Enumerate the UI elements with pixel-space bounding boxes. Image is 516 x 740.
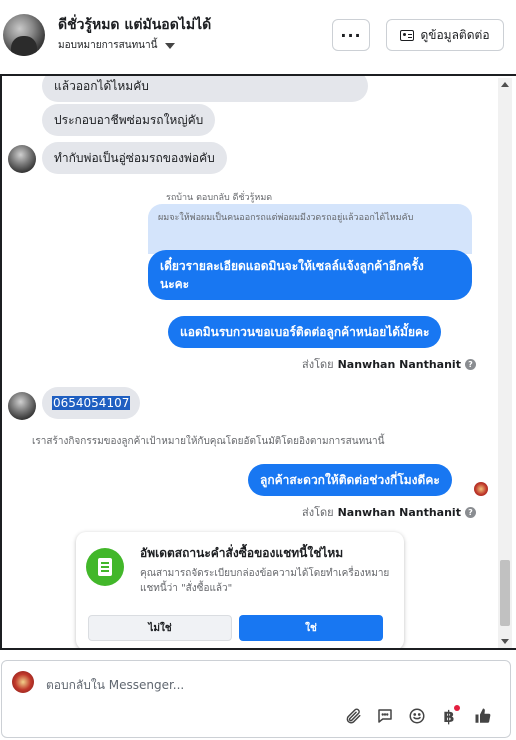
attach-icon[interactable] xyxy=(342,705,364,727)
assign-label: มอบหมายการสนทนานี้ xyxy=(58,40,158,51)
scroll-down-arrow[interactable] xyxy=(501,639,509,644)
incoming-message[interactable]: ประกอบอาชีพซ่อมรถใหญ่คับ xyxy=(42,104,216,136)
sent-by-prefix: ส่งโดย xyxy=(302,358,334,371)
view-contact-info-button[interactable]: ดูข้อมูลติดต่อ xyxy=(386,19,504,51)
contact-avatar[interactable] xyxy=(3,14,45,56)
outgoing-message-line: นะคะ xyxy=(160,277,190,291)
contact-name[interactable]: ดีชั่วรู้หมด แต่มันอดไม่ได้ xyxy=(58,14,211,36)
order-status-card: อัพเดตสถานะคำสั่งซื้อของแชทนี้ใช่ไหม คุณ… xyxy=(76,532,404,648)
help-icon[interactable]: ? xyxy=(464,506,476,518)
read-receipt-avatar xyxy=(474,482,488,496)
reply-input[interactable] xyxy=(46,675,346,695)
emoji-icon[interactable] xyxy=(406,705,428,727)
scroll-thumb[interactable] xyxy=(500,560,510,626)
incoming-message[interactable]: ทำกับพ่อเป็นอู่ซ่อมรถของพ่อคับ xyxy=(42,142,227,174)
sent-by-name: Nanwhan Nanthanit xyxy=(337,357,461,371)
system-notice: เราสร้างกิจกรรมของลูกค้าเป้าหมายให้กับคุ… xyxy=(32,436,385,447)
contact-avatar-small xyxy=(8,145,36,173)
more-options-button[interactable]: ··· xyxy=(332,19,370,51)
page-avatar xyxy=(12,671,34,693)
divider xyxy=(0,648,516,650)
outgoing-message[interactable]: แอดมินรบกวนขอเบอร์ติดต่อลูกค้าหน่อยได้มั… xyxy=(168,316,442,348)
sent-by-name: Nanwhan Nanthanit xyxy=(337,505,461,519)
order-status-yes-button[interactable]: ใช่ xyxy=(239,615,383,641)
chevron-down-icon xyxy=(165,42,176,49)
reply-context-label: รถบ้าน ตอบกลับ ดีชั่วรู้หมด xyxy=(166,193,273,203)
scroll-up-arrow[interactable] xyxy=(501,82,509,87)
conversation-header: ดีชั่วรู้หมด แต่มันอดไม่ได้ มอบหมายการสน… xyxy=(0,0,516,76)
currency-symbol: ฿ xyxy=(443,706,455,726)
contact-avatar-small xyxy=(8,392,36,420)
notification-dot xyxy=(454,705,460,711)
baht-icon[interactable]: ฿ xyxy=(438,705,460,727)
message-thread[interactable]: แล้วออกได้ไหมคับ ประกอบอาชีพซ่อมรถใหญ่คั… xyxy=(0,76,512,648)
incoming-message[interactable]: แล้วออกได้ไหมคับ xyxy=(42,76,368,102)
phone-number[interactable]: 0654054107 xyxy=(52,396,131,410)
outgoing-message-line: เดี๋ยวรายละเอียดแอดมินจะให้เซลล์แจ้งลูกค… xyxy=(160,259,424,273)
receipt-icon xyxy=(86,548,124,586)
incoming-message[interactable]: 0654054107 xyxy=(42,387,141,419)
order-status-no-button[interactable]: ไม่ใช่ xyxy=(88,615,232,641)
help-icon[interactable]: ? xyxy=(464,358,476,370)
quoted-message[interactable]: ผมจะให้พ่อผมเป็นคนออกรถแต่พ่อผมมีงวดรถอย… xyxy=(148,204,472,254)
outgoing-message[interactable]: ลูกค้าสะดวกให้ติดต่อช่วงกี่โมงดีคะ xyxy=(248,464,452,496)
assign-conversation-dropdown[interactable]: มอบหมายการสนทนานี้ xyxy=(58,38,176,53)
chat-icon[interactable] xyxy=(374,705,396,727)
sent-by-label: ส่งโดย Nanwhan Nanthanit ? xyxy=(302,355,476,373)
like-icon[interactable] xyxy=(472,705,494,727)
outgoing-message[interactable]: เดี๋ยวรายละเอียดแอดมินจะให้เซลล์แจ้งลูกค… xyxy=(148,250,472,300)
sent-by-prefix: ส่งโดย xyxy=(302,506,334,519)
order-status-description: คุณสามารถจัดระเบียบกล่องข้อความได้โดยทำเ… xyxy=(140,568,390,594)
view-contact-info-label: ดูข้อมูลติดต่อ xyxy=(420,27,490,42)
reply-composer: ฿ xyxy=(1,660,511,738)
id-card-icon xyxy=(400,29,415,41)
sent-by-label: ส่งโดย Nanwhan Nanthanit ? xyxy=(302,503,476,521)
order-status-title: อัพเดตสถานะคำสั่งซื้อของแชทนี้ใช่ไหม xyxy=(140,546,344,560)
thread-scrollbar[interactable] xyxy=(498,78,512,648)
